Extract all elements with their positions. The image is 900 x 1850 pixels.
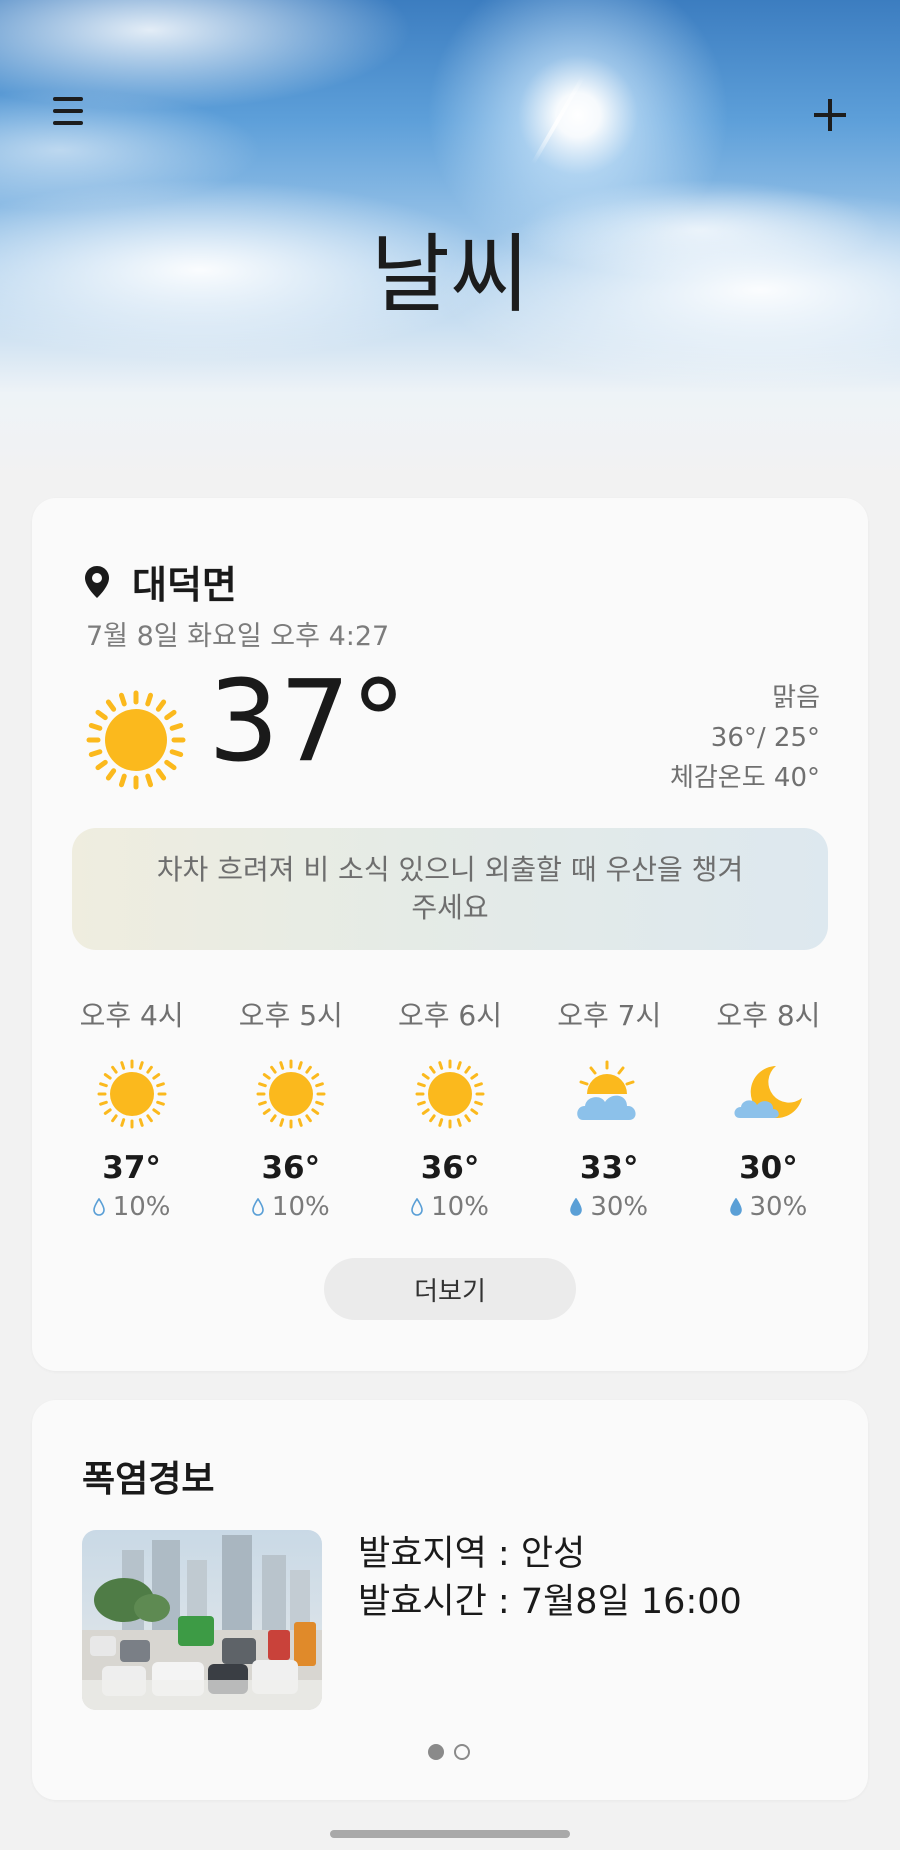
partly-cloudy-icon <box>577 1060 636 1120</box>
sun-glare <box>531 75 585 165</box>
hour-precipitation: 10% <box>211 1192 370 1222</box>
condition-text: 맑음 <box>772 683 820 713</box>
menu-button[interactable] <box>50 95 86 131</box>
rain-drop-icon <box>92 1198 105 1216</box>
weather-advice-banner: 차차 흐려져 비 소식 있으니 외출할 때 우산을 챙겨주세요 <box>72 828 828 950</box>
alert-photo <box>82 1530 322 1710</box>
hourly-item: 오후 8시 30° 30% <box>689 996 848 1226</box>
page-indicator[interactable] <box>428 1744 470 1760</box>
cloudy-night-icon <box>734 1066 803 1118</box>
rain-drop-icon <box>729 1198 742 1216</box>
precipitation-value: 30% <box>749 1192 808 1222</box>
sun-icon <box>415 1059 485 1129</box>
hour-label: 오후 6시 <box>398 999 502 1032</box>
precipitation-value: 10% <box>431 1192 489 1222</box>
alert-details: 발효지역 : 안성 발효시간 : 7월8일 16:00 <box>358 1530 742 1626</box>
sun-icon <box>86 690 186 790</box>
hour-label: 오후 4시 <box>79 999 184 1032</box>
alert-region: 발효지역 : 안성 <box>358 1534 586 1574</box>
current-weather-card[interactable]: 대덕면 7월 8일 화요일 오후 4:27 37° 맑음 36°/ 25° 체감… <box>32 498 868 1371</box>
hour-precipitation: 30% <box>689 1192 848 1222</box>
sun-icon <box>97 1059 167 1129</box>
alert-time: 발효시간 : 7월8일 16:00 <box>358 1582 742 1622</box>
high-low-temperature: 36°/ 25° <box>710 723 820 753</box>
location-pin-icon <box>85 565 109 598</box>
hour-temperature: 36° <box>261 1150 321 1186</box>
hour-precipitation: 10% <box>52 1192 211 1222</box>
page-dot[interactable] <box>454 1744 470 1760</box>
current-temperature: 37° <box>208 657 407 787</box>
precipitation-value: 30% <box>590 1192 649 1222</box>
hour-label: 오후 8시 <box>716 999 821 1032</box>
traffic-heatwave-image <box>82 1530 322 1710</box>
hour-temperature: 36° <box>420 1150 480 1186</box>
more-button[interactable]: 더보기 <box>324 1258 576 1320</box>
hour-temperature: 33° <box>579 1150 639 1186</box>
hourly-item: 오후 6시 36° 10% <box>370 996 529 1226</box>
current-datetime: 7월 8일 화요일 오후 4:27 <box>86 621 390 652</box>
hourly-item: 오후 7시 33° 30% <box>530 996 689 1226</box>
alert-title: 폭염경보 <box>82 1459 215 1500</box>
add-location-button[interactable] <box>810 95 850 135</box>
condition-summary: 맑음 36°/ 25° 체감온도 40° <box>670 678 820 798</box>
rain-drop-icon <box>411 1198 423 1216</box>
hour-label: 오후 7시 <box>557 999 662 1032</box>
page-title: 날씨 <box>370 225 530 325</box>
hour-precipitation: 30% <box>530 1192 689 1222</box>
hourly-item: 오후 5시 36° 10% <box>211 996 370 1226</box>
weather-advice-text: 차차 흐려져 비 소식 있으니 외출할 때 우산을 챙겨주세요 <box>156 853 744 924</box>
hour-label: 오후 5시 <box>238 999 343 1032</box>
home-indicator[interactable] <box>330 1830 570 1838</box>
hour-temperature: 30° <box>739 1150 798 1186</box>
precipitation-value: 10% <box>271 1192 330 1222</box>
page-dot-active[interactable] <box>428 1744 444 1760</box>
feels-like-temperature: 체감온도 40° <box>669 763 820 793</box>
heat-warning-card[interactable]: 폭염경보 발효지역: 안성 발효시간: 7월8일 16:00 <box>32 1400 868 1800</box>
hourly-item: 오후 4시 37° 10% <box>52 996 211 1226</box>
hourly-forecast[interactable]: 오후 4시 37° 10% 오후 5시 36° 10% 오후 6시 36° 10… <box>52 996 848 1226</box>
location-name: 대덕면 <box>132 563 237 607</box>
rain-drop-icon <box>570 1198 583 1216</box>
location: 대덕면 <box>84 554 237 609</box>
sun-icon <box>256 1059 326 1129</box>
hour-precipitation: 10% <box>370 1192 529 1222</box>
hour-temperature: 37° <box>102 1150 161 1186</box>
precipitation-value: 10% <box>112 1192 171 1222</box>
rain-drop-icon <box>252 1198 264 1216</box>
